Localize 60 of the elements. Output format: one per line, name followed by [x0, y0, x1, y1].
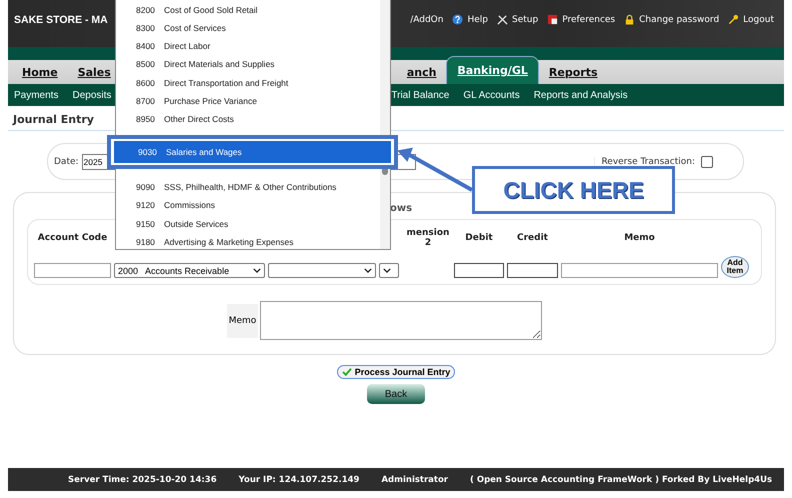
back-button[interactable]: Back: [367, 384, 425, 404]
help-icon: [452, 14, 464, 25]
memo-field[interactable]: [561, 263, 718, 278]
column-header: mension 2: [406, 228, 450, 250]
chevron-down-icon: [364, 268, 372, 273]
sub-nav-link[interactable]: Reports and Analysis: [534, 90, 628, 100]
process-journal-entry-button[interactable]: Process Journal Entry: [336, 365, 456, 379]
tools-icon: [496, 14, 508, 25]
header-link[interactable]: Preferences: [547, 14, 616, 25]
debit-field[interactable]: [454, 263, 504, 278]
column-header: Debit: [464, 233, 494, 245]
sub-nav-link[interactable]: Deposits: [72, 90, 112, 100]
dropdown-option[interactable]: 9090 SSS, Philhealth, HDMF & Other Contributions: [116, 178, 371, 196]
key-icon: [728, 14, 740, 25]
dropdown-option[interactable]: 9150 Outside Services: [116, 214, 371, 233]
checkmark-icon: [342, 368, 352, 376]
dropdown-option[interactable]: 9180 Advertising & Marketing Expenses: [116, 232, 371, 251]
header-link[interactable]: Change password: [624, 14, 720, 25]
footer-text: Administrator: [381, 474, 448, 484]
nav-tab[interactable]: Reports: [538, 60, 608, 84]
account-select[interactable]: 2000 Accounts Receivable: [114, 263, 265, 278]
sub-nav-link[interactable]: Payments: [14, 90, 58, 100]
header-link[interactable]: Setup: [496, 14, 538, 25]
dropdown-option[interactable]: 8950 Other Direct Costs: [116, 110, 371, 128]
nav-tab[interactable]: Home: [12, 60, 68, 84]
dropdown-option[interactable]: 9120 Commissions: [116, 196, 371, 214]
header-link[interactable]: /AddOn: [410, 14, 444, 25]
chevron-down-icon: [253, 268, 261, 273]
footer-text: Your IP: 124.107.252.149: [238, 474, 360, 484]
store-title: SAKE STORE - MA: [14, 14, 108, 26]
dropdown-option[interactable]: 8600 Direct Transportation and Freight: [116, 74, 371, 92]
footer-text: Server Time: 2025-10-20 14:36: [68, 474, 217, 484]
column-header: Account Code: [36, 233, 108, 245]
dropdown-option[interactable]: 8300 Cost of Services: [116, 19, 371, 38]
column-header: Memo: [623, 233, 656, 245]
dropdown-option[interactable]: 8400 Direct Labor: [116, 37, 371, 56]
preferences-icon: [547, 14, 558, 25]
lock-icon: [624, 14, 636, 25]
sub-nav-link[interactable]: Trial Balance: [391, 90, 450, 100]
nav-tab[interactable]: Banking/GL: [446, 56, 539, 85]
header-link[interactable]: Logout: [728, 14, 774, 25]
column-header: Credit: [516, 233, 549, 245]
credit-field[interactable]: [507, 263, 558, 278]
dimension-select[interactable]: [379, 263, 399, 278]
account-code-field[interactable]: [34, 263, 111, 278]
panel-heading: ows: [390, 203, 414, 216]
sub-nav-link[interactable]: GL Accounts: [463, 90, 520, 100]
dropdown-option[interactable]: 8200 Cost of Good Sold Retail: [116, 0, 371, 19]
memo-textarea[interactable]: [260, 301, 542, 340]
nav-tab[interactable]: anch: [396, 60, 446, 84]
add-item-button[interactable]: Add Item: [721, 256, 749, 278]
chevron-down-icon: [383, 268, 391, 273]
click-here-callout: CLICK HERE: [472, 166, 675, 214]
reverse-checkbox[interactable]: [701, 156, 713, 168]
dropdown-option[interactable]: 8500 Direct Materials and Supplies: [116, 55, 371, 74]
header-link[interactable]: Help: [452, 14, 488, 25]
dropdown-option[interactable]: 9030 Salaries and Wages: [114, 141, 391, 164]
footer-text: ( Open Source Accounting FrameWork ) Forked By LiveHelp4Us: [470, 474, 772, 484]
date-label: Date:: [54, 156, 79, 166]
memo-label: Memo: [226, 304, 258, 338]
